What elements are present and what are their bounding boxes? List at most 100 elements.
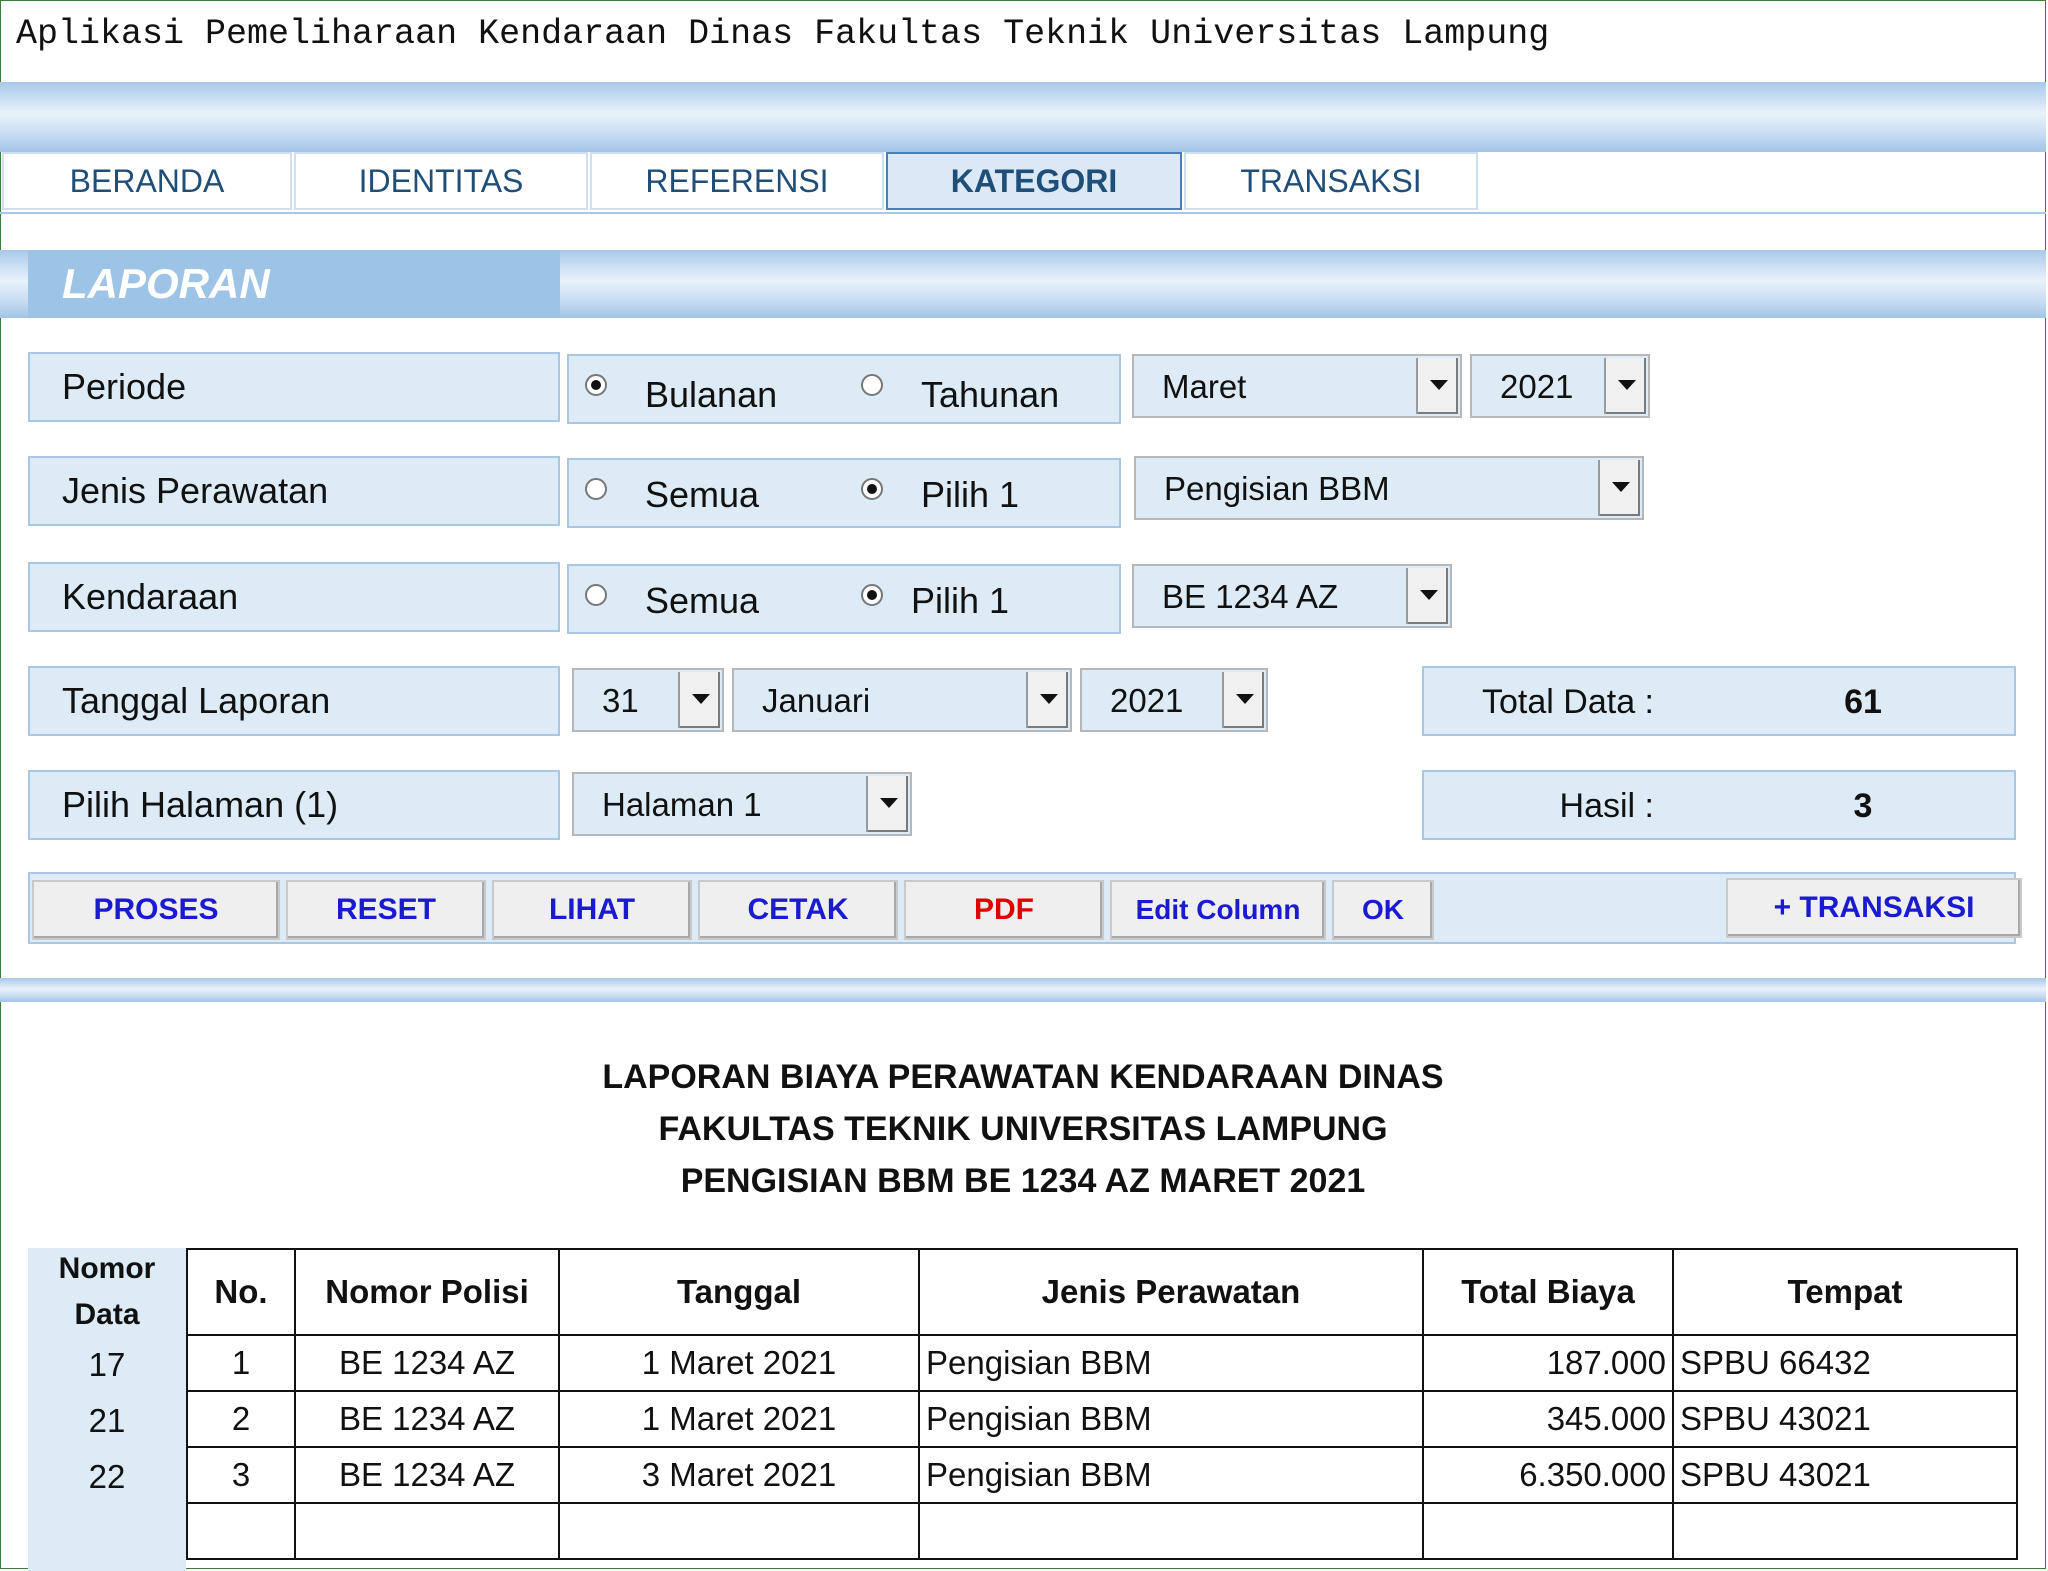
edit-column-button[interactable]: Edit Column	[1110, 880, 1326, 940]
col-header-tanggal: Tanggal	[558, 1248, 920, 1336]
col-header-jenis-perawatan: Jenis Perawatan	[918, 1248, 1424, 1336]
total-data-box: Total Data : 61	[1422, 666, 2016, 736]
jenis-perawatan-select-value: Pengisian BBM	[1164, 470, 1390, 507]
total-data-value: 61	[1844, 683, 1882, 721]
app-title: Aplikasi Pemeliharaan Kendaraan Dinas Fa…	[16, 14, 1550, 54]
report-title-line-3: PENGISIAN BBM BE 1234 AZ MARET 2021	[680, 1162, 1366, 1200]
cell-nomor-polisi: BE 1234 AZ	[294, 1446, 560, 1504]
nomor-data-value: 17	[88, 1346, 126, 1383]
cell-tanggal: 1 Maret 2021	[558, 1334, 920, 1392]
radio-bulanan-label: Bulanan	[645, 374, 778, 415]
table-row: 1 BE 1234 AZ 1 Maret 2021 Pengisian BBM …	[186, 1334, 2018, 1392]
kendaraan-label: Kendaraan	[28, 562, 560, 632]
jenis-radio-group: Semua Pilih 1	[567, 458, 1121, 528]
add-transaksi-button[interactable]: + TRANSAKSI	[1726, 878, 2022, 938]
cell-no: 3	[186, 1446, 296, 1504]
hari-select-value: 31	[602, 682, 639, 719]
cell-total-biaya: 187.000	[1422, 1334, 1674, 1392]
kendaraan-select[interactable]: BE 1234 AZ	[1132, 564, 1452, 628]
ok-button[interactable]: OK	[1332, 880, 1434, 940]
kendaraan-select-value: BE 1234 AZ	[1162, 578, 1339, 615]
jenis-perawatan-select[interactable]: Pengisian BBM	[1134, 456, 1644, 520]
report-title-line-2: FAKULTAS TEKNIK UNIVERSITAS LAMPUNG	[658, 1110, 1388, 1148]
hasil-value: 3	[1853, 787, 1873, 825]
chevron-down-icon[interactable]	[1406, 568, 1448, 624]
hasil-box: Hasil : 3	[1422, 770, 2016, 840]
nomor-data-header-1: Nomor	[58, 1252, 156, 1285]
radio-jenis-pilih1[interactable]	[861, 478, 883, 500]
tahun-select[interactable]: 2021	[1470, 354, 1650, 418]
kendaraan-radio-group: Semua Pilih 1	[567, 564, 1121, 634]
cell-tempat: SPBU 43021	[1672, 1446, 2018, 1504]
periode-radio-group: Bulanan Tahunan	[567, 354, 1121, 424]
chevron-down-icon[interactable]	[866, 776, 908, 832]
report-table: No. Nomor Polisi Tanggal Jenis Perawatan…	[186, 1248, 2018, 1560]
radio-kendaraan-pilih1[interactable]	[861, 584, 883, 606]
jenis-perawatan-label: Jenis Perawatan	[28, 456, 560, 526]
tab-kategori[interactable]: KATEGORI	[886, 152, 1182, 210]
reset-button[interactable]: RESET	[286, 880, 486, 940]
radio-jenis-pilih1-label: Pilih 1	[921, 474, 1020, 515]
chevron-down-icon[interactable]	[678, 672, 720, 728]
radio-kendaraan-semua[interactable]	[585, 584, 607, 606]
chevron-down-icon[interactable]	[1604, 358, 1646, 414]
col-header-tempat: Tempat	[1672, 1248, 2018, 1336]
tanggal-tahun-select-value: 2021	[1110, 682, 1184, 719]
chevron-down-icon[interactable]	[1026, 672, 1068, 728]
table-header-row: No. Nomor Polisi Tanggal Jenis Perawatan…	[186, 1248, 2018, 1336]
col-header-total-biaya: Total Biaya	[1422, 1248, 1674, 1336]
cetak-button[interactable]: CETAK	[698, 880, 898, 940]
chevron-down-icon[interactable]	[1598, 460, 1640, 516]
lihat-button[interactable]: LIHAT	[492, 880, 692, 940]
hasil-label: Hasil :	[1559, 787, 1654, 825]
cell-nomor-polisi: BE 1234 AZ	[294, 1390, 560, 1448]
cell-no: 2	[186, 1390, 296, 1448]
header-band	[0, 82, 2046, 152]
proses-button[interactable]: PROSES	[32, 880, 280, 940]
bulan-select-value: Maret	[1162, 368, 1247, 405]
cell-no: 1	[186, 1334, 296, 1392]
col-header-nomor-polisi: Nomor Polisi	[294, 1248, 560, 1336]
hari-select[interactable]: 31	[572, 668, 724, 732]
cell-tanggal: 3 Maret 2021	[558, 1446, 920, 1504]
cell-total-biaya: 6.350.000	[1422, 1446, 1674, 1504]
tab-identitas[interactable]: IDENTITAS	[294, 152, 588, 210]
col-header-no: No.	[186, 1248, 296, 1336]
tahun-select-value: 2021	[1500, 368, 1574, 405]
radio-kendaraan-pilih1-label: Pilih 1	[911, 580, 1010, 621]
tanggal-laporan-label: Tanggal Laporan	[28, 666, 560, 736]
cell-jenis-perawatan: Pengisian BBM	[918, 1334, 1424, 1392]
chevron-down-icon[interactable]	[1222, 672, 1264, 728]
radio-bulanan[interactable]	[585, 374, 607, 396]
bulan-select[interactable]: Maret	[1132, 354, 1462, 418]
tanggal-bulan-select-value: Januari	[762, 682, 871, 719]
cell-nomor-polisi: BE 1234 AZ	[294, 1334, 560, 1392]
halaman-select[interactable]: Halaman 1	[572, 772, 912, 836]
radio-kendaraan-semua-label: Semua	[645, 580, 760, 621]
table-row: 3 BE 1234 AZ 3 Maret 2021 Pengisian BBM …	[186, 1446, 2018, 1504]
cell-jenis-perawatan: Pengisian BBM	[918, 1446, 1424, 1504]
periode-label: Periode	[28, 352, 560, 422]
radio-jenis-semua-label: Semua	[645, 474, 760, 515]
pdf-button[interactable]: PDF	[904, 880, 1104, 940]
radio-tahunan-label: Tahunan	[921, 374, 1060, 415]
tanggal-bulan-select[interactable]: Januari	[732, 668, 1072, 732]
nomor-data-header-2: Data	[74, 1298, 140, 1331]
halaman-select-value: Halaman 1	[602, 786, 762, 823]
cell-jenis-perawatan: Pengisian BBM	[918, 1390, 1424, 1448]
tab-beranda[interactable]: BERANDA	[2, 152, 292, 210]
cell-tempat: SPBU 43021	[1672, 1390, 2018, 1448]
section-title: LAPORAN	[28, 250, 560, 318]
table-row-empty	[186, 1502, 2018, 1560]
tab-transaksi[interactable]: TRANSAKSI	[1184, 152, 1478, 210]
tab-referensi[interactable]: REFERENSI	[590, 152, 884, 210]
total-data-label: Total Data :	[1482, 683, 1654, 721]
pilih-halaman-label: Pilih Halaman (1)	[28, 770, 560, 840]
radio-tahunan[interactable]	[861, 374, 883, 396]
cell-tanggal: 1 Maret 2021	[558, 1390, 920, 1448]
tanggal-tahun-select[interactable]: 2021	[1080, 668, 1268, 732]
chevron-down-icon[interactable]	[1416, 358, 1458, 414]
nomor-data-value: 21	[88, 1402, 126, 1439]
cell-tempat: SPBU 66432	[1672, 1334, 2018, 1392]
radio-jenis-semua[interactable]	[585, 478, 607, 500]
